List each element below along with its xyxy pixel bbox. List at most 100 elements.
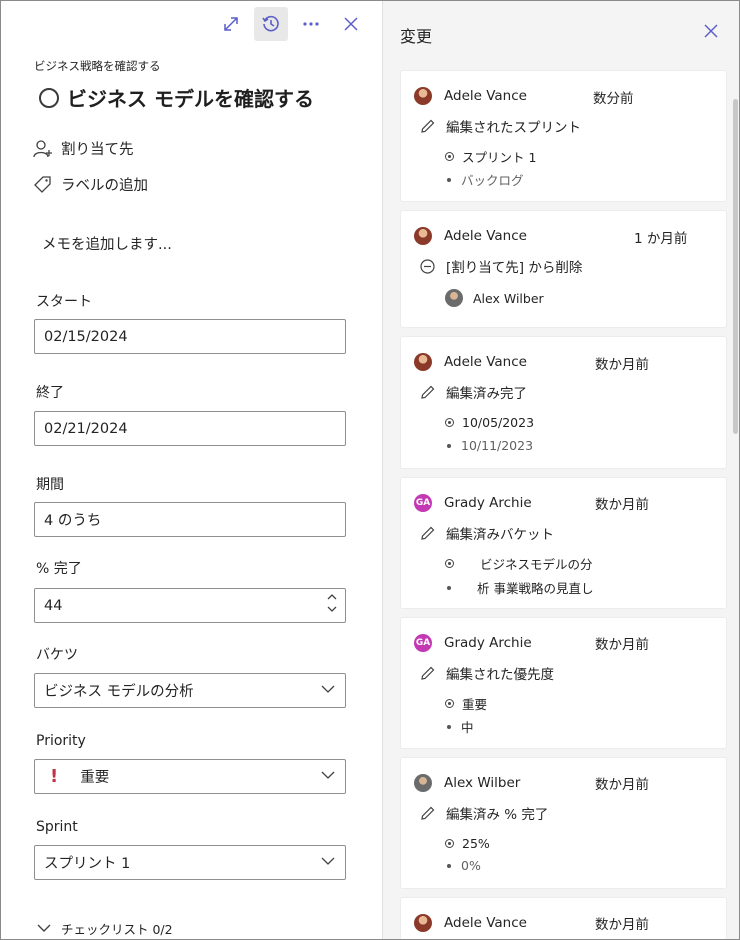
note-input[interactable]: メモを追加します... (42, 233, 172, 254)
history-icon (262, 15, 279, 32)
new-value-marker-icon (445, 418, 454, 427)
pencil-icon (421, 666, 435, 680)
change-action-text: 編集済み完了 (446, 386, 527, 402)
priority-value: 重要 (80, 770, 110, 786)
old-value-text: 10/11/2023 (461, 438, 534, 453)
assign-label: 割り当て先 (61, 142, 134, 158)
person-add-icon (33, 139, 52, 157)
change-old-value: 0% (445, 858, 481, 873)
more-options-button[interactable] (294, 7, 328, 41)
change-card: Adele Vance 数か月前 編集済み完了 10/05/2023 10/11… (401, 337, 726, 468)
change-new-value: ビジネスモデルの分 (445, 554, 593, 573)
chevron-down-icon (321, 857, 335, 865)
change-new-value: 重要 (445, 694, 487, 713)
chevron-up-icon[interactable] (327, 593, 337, 600)
change-author: Adele Vance (414, 914, 527, 932)
change-action-text: [割り当て先] から削除 (446, 260, 583, 276)
sprint-label: Sprint (36, 819, 78, 835)
change-time: 数か月前 (595, 777, 649, 793)
task-title[interactable]: ビジネス モデルを確認する (67, 83, 314, 112)
task-details-window: ビジネス戦略を確認する ビジネス モデルを確認する 割り当て先 ラベルの追加 メ… (0, 0, 740, 940)
new-value-text: ビジネスモデルの分 (480, 557, 593, 572)
start-label: スタート (36, 294, 92, 310)
change-author: Adele Vance (414, 353, 527, 371)
new-value-text: 10/05/2023 (462, 415, 535, 430)
start-date-value: 02/15/2024 (44, 328, 128, 345)
change-author: Alex Wilber (414, 774, 520, 792)
duration-value: 4 のうち (44, 513, 102, 529)
change-old-value: 析 事業戦略の見直し (445, 578, 593, 597)
old-value-marker-icon (447, 724, 451, 729)
change-user: Grady Archie (444, 635, 532, 651)
percent-complete-field[interactable]: 44 (34, 588, 346, 623)
change-action: 編集されたスプリント (419, 116, 581, 136)
removed-user-name: Alex Wilber (473, 290, 544, 306)
change-user: Adele Vance (444, 88, 527, 104)
sprint-select[interactable]: スプリント 1 (34, 845, 346, 880)
pencil-icon (421, 385, 435, 399)
end-date-field[interactable]: 02/21/2024 (34, 411, 346, 446)
change-author: Adele Vance (414, 87, 527, 105)
add-label-button[interactable]: ラベルの追加 (33, 174, 148, 195)
old-value-text: 中 (461, 720, 474, 735)
assign-button[interactable]: 割り当て先 (33, 138, 134, 159)
change-author: GA Grady Archie (414, 634, 532, 652)
new-value-text: 重要 (462, 697, 488, 712)
close-changes-button[interactable] (703, 23, 719, 43)
change-action-text: 編集済みバケット (446, 527, 554, 543)
avatar (414, 87, 432, 105)
close-icon (344, 17, 358, 31)
pencil-icon (421, 119, 435, 133)
change-author: Adele Vance (414, 227, 527, 245)
avatar (414, 227, 432, 245)
new-value-text: スプリント 1 (462, 150, 537, 165)
change-old-value: バックログ (445, 170, 524, 189)
complete-task-checkbox[interactable] (39, 87, 59, 108)
task-title-row: ビジネス モデルを確認する (39, 83, 314, 112)
change-card: GA Grady Archie 数か月前 編集された優先度 重要 中 (401, 618, 726, 748)
bucket-select[interactable]: ビジネス モデルの分析 (34, 673, 346, 708)
expand-icon (224, 17, 238, 31)
duration-field[interactable]: 4 のうち (34, 502, 346, 537)
avatar (414, 774, 432, 792)
scrollbar[interactable] (731, 49, 739, 939)
change-user: Alex Wilber (444, 775, 521, 791)
change-new-value: 25% (445, 836, 490, 851)
bucket-value: ビジネス モデルの分析 (44, 684, 194, 700)
task-toolbar (214, 7, 368, 41)
change-action: 編集済み % 完了 (419, 803, 548, 823)
change-user: Adele Vance (444, 228, 527, 244)
chevron-down-icon[interactable] (327, 606, 337, 613)
change-old-value: 10/11/2023 (445, 438, 533, 453)
change-action-text: 編集済み % 完了 (446, 807, 549, 823)
change-time: 数か月前 (595, 357, 649, 373)
change-time: 1 か月前 (634, 231, 688, 247)
priority-label: Priority (36, 733, 86, 749)
task-details-pane: ビジネス戦略を確認する ビジネス モデルを確認する 割り当て先 ラベルの追加 メ… (1, 1, 382, 939)
start-date-field[interactable]: 02/15/2024 (34, 319, 346, 354)
change-action: 編集された優先度 (419, 663, 554, 683)
change-user: Adele Vance (444, 354, 527, 370)
duration-label: 期間 (36, 477, 64, 493)
old-value-marker-icon (447, 585, 451, 590)
checklist-toggle[interactable]: チェックリスト 0/2 (37, 919, 173, 938)
close-icon (704, 24, 718, 38)
chevron-down-icon (321, 771, 335, 779)
changes-title: 変更 (400, 27, 433, 46)
old-value-marker-icon (447, 443, 451, 448)
change-new-value: スプリント 1 (445, 147, 536, 166)
new-value-marker-icon (445, 559, 454, 568)
close-task-button[interactable] (334, 7, 368, 41)
pencil-icon (421, 526, 435, 540)
history-button[interactable] (254, 7, 288, 41)
scrollbar-thumb[interactable] (733, 99, 738, 434)
breadcrumb[interactable]: ビジネス戦略を確認する (34, 58, 161, 74)
minus-circle-icon (420, 258, 435, 274)
percent-spinner[interactable] (327, 593, 337, 613)
priority-select[interactable]: ! 重要 (34, 759, 346, 794)
change-card: GA Grady Archie 数か月前 編集済みバケット ビジネスモデルの分 … (401, 478, 726, 608)
expand-button[interactable] (214, 7, 248, 41)
old-value-text: バックログ (461, 173, 524, 188)
old-value-text: 析 事業戦略の見直し (477, 581, 594, 596)
new-value-text: 25% (462, 836, 490, 851)
